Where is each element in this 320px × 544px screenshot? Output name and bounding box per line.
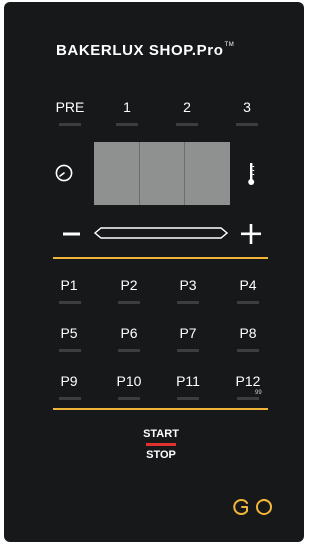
- value-display: [94, 142, 230, 205]
- program-p11-button[interactable]: P11: [168, 373, 208, 389]
- stage-2-button[interactable]: 2: [167, 99, 207, 115]
- program-indicator: [177, 349, 199, 352]
- go-logo-icon: [233, 499, 272, 515]
- program-p4-button[interactable]: P4: [228, 277, 268, 293]
- stage-3-indicator: [236, 123, 258, 126]
- display-segment: [185, 142, 230, 205]
- divider-top: [53, 257, 268, 259]
- display-segment: [94, 142, 140, 205]
- program-indicator: [118, 397, 140, 400]
- program-p8-button[interactable]: P8: [228, 325, 268, 341]
- program-indicator: [59, 349, 81, 352]
- stage-1-indicator: [116, 123, 138, 126]
- program-p12-button[interactable]: P12: [228, 373, 268, 389]
- program-p10-button[interactable]: P10: [109, 373, 149, 389]
- brand-logo: BAKERLUX SHOP.ProTM: [56, 42, 234, 59]
- minus-icon: [63, 232, 80, 236]
- program-indicator: [59, 397, 81, 400]
- program-p12-subscript: 99: [255, 390, 262, 396]
- program-p7-button[interactable]: P7: [168, 325, 208, 341]
- stage-3-button[interactable]: 3: [227, 99, 267, 115]
- decrease-button[interactable]: [62, 224, 82, 244]
- stage-2-indicator: [176, 123, 198, 126]
- brand-trademark: TM: [224, 42, 235, 48]
- program-p6-button[interactable]: P6: [109, 325, 149, 341]
- program-indicator: [237, 397, 259, 400]
- start-stop-indicator: [146, 443, 176, 446]
- display-segment: [140, 142, 186, 205]
- clock-icon[interactable]: [55, 164, 73, 182]
- program-p3-button[interactable]: P3: [168, 277, 208, 293]
- program-indicator: [59, 301, 81, 304]
- start-button[interactable]: START: [131, 428, 191, 440]
- program-p1-button[interactable]: P1: [49, 277, 89, 293]
- stage-pre-indicator: [59, 123, 81, 126]
- adjust-slider[interactable]: [94, 227, 228, 239]
- thermometer-icon[interactable]: [247, 162, 255, 186]
- brand-name: BAKERLUX SHOP.Pro: [56, 42, 224, 59]
- oven-control-panel: BAKERLUX SHOP.ProTM PRE 1 2 3 P1 P2 P3 P…: [4, 2, 304, 542]
- program-indicator: [237, 301, 259, 304]
- program-indicator: [177, 397, 199, 400]
- increase-button[interactable]: [240, 223, 262, 245]
- program-indicator: [118, 301, 140, 304]
- program-p5-button[interactable]: P5: [49, 325, 89, 341]
- program-p2-button[interactable]: P2: [109, 277, 149, 293]
- program-indicator: [118, 349, 140, 352]
- program-p9-button[interactable]: P9: [49, 373, 89, 389]
- stop-button[interactable]: STOP: [131, 449, 191, 461]
- divider-bottom: [53, 408, 268, 410]
- stage-1-button[interactable]: 1: [107, 99, 147, 115]
- program-indicator: [177, 301, 199, 304]
- program-indicator: [237, 349, 259, 352]
- stage-pre-button[interactable]: PRE: [50, 99, 90, 115]
